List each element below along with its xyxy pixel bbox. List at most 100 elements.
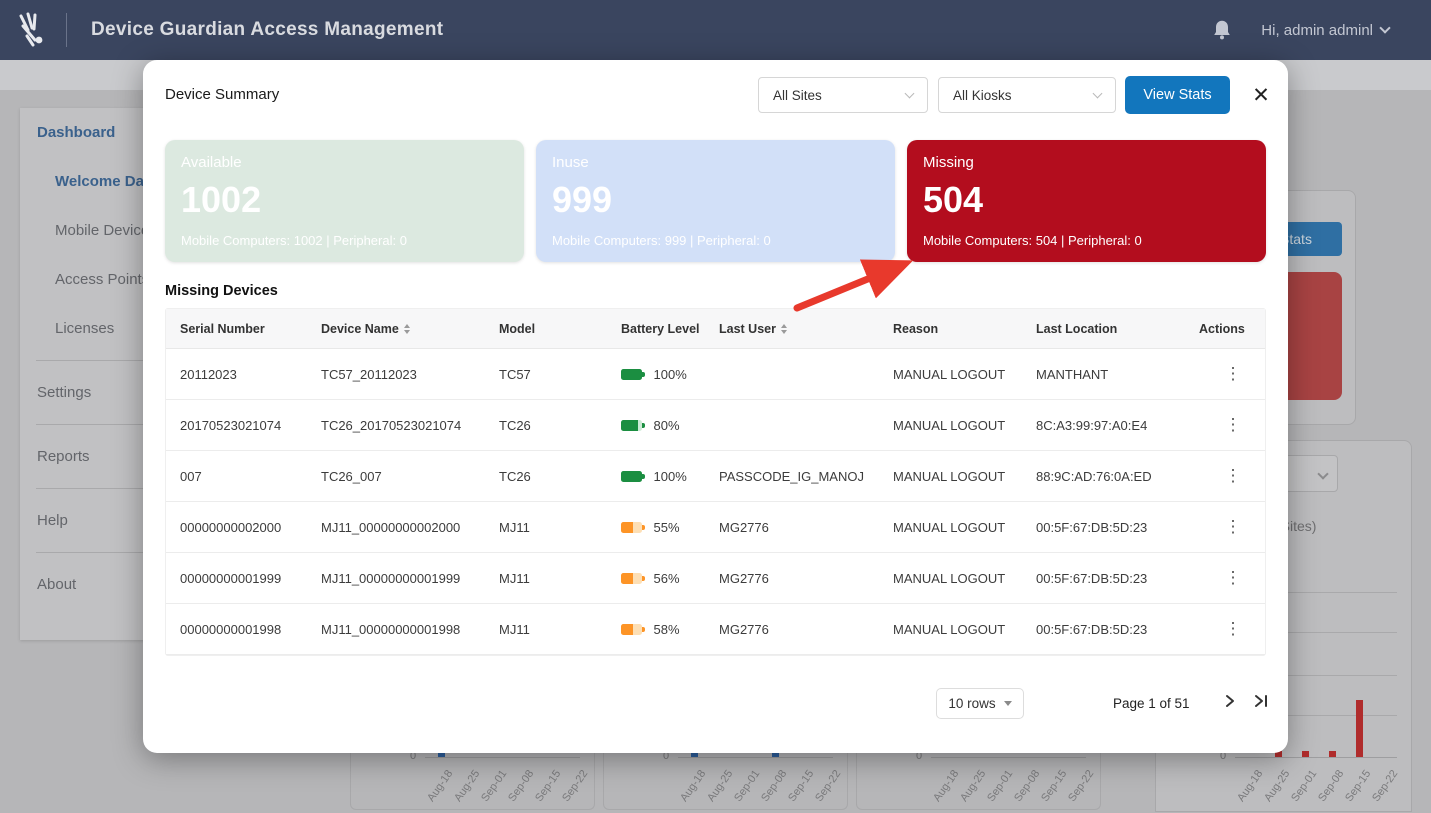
table-header-row: Serial NumberDevice NameModelBattery Lev… bbox=[166, 309, 1265, 349]
modal-title: Device Summary bbox=[165, 86, 279, 103]
battery-percent: 56% bbox=[654, 571, 680, 586]
cell-last-user: MG2776 bbox=[705, 520, 879, 535]
row-actions-menu[interactable]: ⋮ bbox=[1185, 415, 1267, 435]
battery-percent: 100% bbox=[654, 469, 687, 484]
cell-reason: MANUAL LOGOUT bbox=[879, 418, 1022, 433]
table-row: 00000000001998MJ11_00000000001998MJ1158%… bbox=[166, 604, 1265, 655]
sort-icon[interactable] bbox=[781, 324, 787, 334]
table-row: 20112023TC57_20112023TC57100%MANUAL LOGO… bbox=[166, 349, 1265, 400]
cell-last-user: MG2776 bbox=[705, 571, 879, 586]
row-actions-menu[interactable]: ⋮ bbox=[1185, 517, 1267, 537]
close-icon[interactable]: ✕ bbox=[1248, 82, 1274, 108]
notification-bell-icon[interactable] bbox=[1213, 20, 1231, 40]
device-summary-modal: Device Summary All Sites All Kiosks View… bbox=[143, 60, 1288, 753]
cell-last-user: PASSCODE_IG_MANOJ bbox=[705, 469, 879, 484]
table-row: 00000000001999MJ11_00000000001999MJ11 56%… bbox=[166, 553, 1265, 604]
background-chart-bar bbox=[1329, 751, 1336, 757]
summary-cards: Available 1002 Mobile Computers: 1002 | … bbox=[165, 140, 1266, 262]
kiosks-filter-value: All Kiosks bbox=[953, 88, 1012, 103]
column-header-model: Model bbox=[485, 322, 607, 336]
column-header-last-location: Last Location bbox=[1022, 322, 1185, 336]
next-page-button[interactable] bbox=[1223, 694, 1237, 712]
battery-icon bbox=[621, 420, 645, 431]
background-chart-axis bbox=[425, 757, 580, 758]
cell-model: MJ11 bbox=[485, 520, 607, 535]
row-actions-menu[interactable]: ⋮ bbox=[1185, 619, 1267, 639]
battery-percent: 58% bbox=[654, 622, 680, 637]
cell-device-name: MJ11_00000000002000 bbox=[307, 520, 485, 535]
pagination-bar: 10 rows Page 1 of 51 bbox=[165, 679, 1266, 727]
row-actions-menu[interactable]: ⋮ bbox=[1185, 568, 1267, 588]
column-header-actions: Actions bbox=[1185, 322, 1267, 336]
cell-battery-level: 55% bbox=[607, 520, 705, 535]
cell-last-user: MG2776 bbox=[705, 622, 879, 637]
cell-serial-number: 00000000002000 bbox=[166, 520, 307, 535]
sort-icon[interactable] bbox=[404, 324, 410, 334]
column-header-device-name[interactable]: Device Name bbox=[307, 322, 485, 336]
cell-reason: MANUAL LOGOUT bbox=[879, 622, 1022, 637]
cell-reason: MANUAL LOGOUT bbox=[879, 520, 1022, 535]
missing-devices-title: Missing Devices bbox=[165, 283, 278, 299]
available-card-detail: Mobile Computers: 1002 | Peripheral: 0 bbox=[181, 233, 508, 248]
cell-battery-level: 56% bbox=[607, 571, 705, 586]
battery-percent: 55% bbox=[654, 520, 680, 535]
background-chart-bar bbox=[1302, 751, 1309, 757]
available-card-label: Available bbox=[181, 154, 508, 171]
caret-down-icon bbox=[1004, 701, 1012, 706]
table-row: 007TC26_007TC26100%PASSCODE_IG_MANOJMANU… bbox=[166, 451, 1265, 502]
column-header-label: Last User bbox=[719, 322, 776, 336]
row-actions-menu[interactable]: ⋮ bbox=[1185, 364, 1267, 384]
background-chart-axis bbox=[1235, 757, 1397, 758]
cell-serial-number: 20112023 bbox=[166, 367, 307, 382]
user-menu[interactable]: Hi, admin adminl bbox=[1261, 22, 1389, 39]
cell-serial-number: 00000000001999 bbox=[166, 571, 307, 586]
missing-devices-table: Serial NumberDevice NameModelBattery Lev… bbox=[165, 308, 1266, 656]
column-header-label: Device Name bbox=[321, 322, 399, 336]
kiosks-filter-select[interactable]: All Kiosks bbox=[938, 77, 1116, 113]
inuse-card-value: 999 bbox=[552, 179, 879, 221]
rows-per-page-select[interactable]: 10 rows bbox=[936, 688, 1024, 719]
view-stats-button[interactable]: View Stats bbox=[1125, 76, 1230, 114]
battery-percent: 80% bbox=[654, 418, 680, 433]
column-header-label: Reason bbox=[893, 322, 938, 336]
missing-card[interactable]: Missing 504 Mobile Computers: 504 | Peri… bbox=[907, 140, 1266, 262]
missing-card-detail: Mobile Computers: 504 | Peripheral: 0 bbox=[923, 233, 1250, 248]
background-chart-axis bbox=[678, 757, 833, 758]
sites-filter-select[interactable]: All Sites bbox=[758, 77, 928, 113]
table-row: 00000000002000MJ11_00000000002000MJ11 55%… bbox=[166, 502, 1265, 553]
table-row: 20170523021074TC26_20170523021074TC2680%… bbox=[166, 400, 1265, 451]
cell-device-name: MJ11_00000000001999 bbox=[307, 571, 485, 586]
app-title: Device Guardian Access Management bbox=[91, 19, 443, 41]
column-header-battery-level[interactable]: Battery Level bbox=[607, 322, 705, 336]
cell-last-location: 00:5F:67:DB:5D:23 bbox=[1022, 622, 1185, 637]
header-divider bbox=[66, 13, 67, 47]
column-header-reason: Reason bbox=[879, 322, 1022, 336]
sites-filter-value: All Sites bbox=[773, 88, 822, 103]
chevron-down-icon bbox=[1317, 468, 1328, 479]
column-header-label: Last Location bbox=[1036, 322, 1117, 336]
cell-battery-level: 100% bbox=[607, 469, 705, 484]
inuse-card[interactable]: Inuse 999 Mobile Computers: 999 | Periph… bbox=[536, 140, 895, 262]
cell-device-name: TC26_007 bbox=[307, 469, 485, 484]
battery-icon bbox=[621, 573, 645, 584]
user-menu-label: Hi, admin adminl bbox=[1261, 22, 1373, 39]
cell-model: TC26 bbox=[485, 469, 607, 484]
chevron-down-icon bbox=[905, 89, 915, 99]
column-header-label: Model bbox=[499, 322, 535, 336]
cell-device-name: TC57_20112023 bbox=[307, 367, 485, 382]
cell-last-location: 00:5F:67:DB:5D:23 bbox=[1022, 520, 1185, 535]
cell-model: MJ11 bbox=[485, 571, 607, 586]
cell-device-name: TC26_20170523021074 bbox=[307, 418, 485, 433]
available-card[interactable]: Available 1002 Mobile Computers: 1002 | … bbox=[165, 140, 524, 262]
column-header-last-user[interactable]: Last User bbox=[705, 322, 879, 336]
rows-per-page-value: 10 rows bbox=[948, 696, 995, 711]
column-header-label: Battery Level bbox=[621, 322, 700, 336]
row-actions-menu[interactable]: ⋮ bbox=[1185, 466, 1267, 486]
last-page-button[interactable] bbox=[1253, 694, 1270, 712]
cell-serial-number: 20170523021074 bbox=[166, 418, 307, 433]
available-card-value: 1002 bbox=[181, 179, 508, 221]
cell-battery-level: 80% bbox=[607, 418, 705, 433]
cell-device-name: MJ11_00000000001998 bbox=[307, 622, 485, 637]
cell-serial-number: 007 bbox=[166, 469, 307, 484]
chevron-down-icon bbox=[1093, 89, 1103, 99]
